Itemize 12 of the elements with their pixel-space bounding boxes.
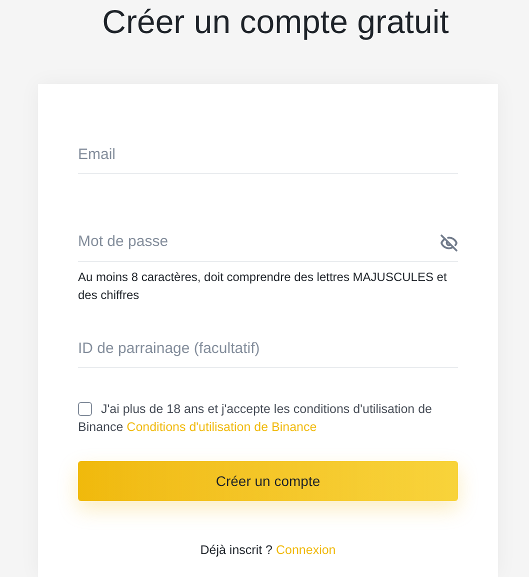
password-hint: Au moins 8 caractères, doit comprendre des lettres MAJUSCULES et des chiffres bbox=[78, 269, 448, 304]
hide-password-icon[interactable] bbox=[440, 234, 458, 252]
already-registered-text: Déjà inscrit ? bbox=[200, 543, 272, 557]
terms-checkbox[interactable] bbox=[78, 402, 92, 416]
text-field[interactable]: ID de parrainage (facultatif) bbox=[78, 330, 458, 368]
create-account-button[interactable]: Créer un compte bbox=[78, 461, 458, 501]
login-link[interactable]: Connexion bbox=[276, 543, 336, 557]
page-title: Créer un compte gratuit bbox=[102, 2, 449, 42]
terms-link[interactable]: Conditions d'utilisation de Binance bbox=[126, 420, 317, 434]
terms-text: J'ai plus de 18 ans et j'accepte les conditions d'utilisation de Binance Conditions d'utilisation de Binance bbox=[78, 401, 433, 436]
text-field[interactable]: Email bbox=[78, 136, 458, 174]
password-field[interactable]: Mot de passe bbox=[78, 231, 440, 254]
